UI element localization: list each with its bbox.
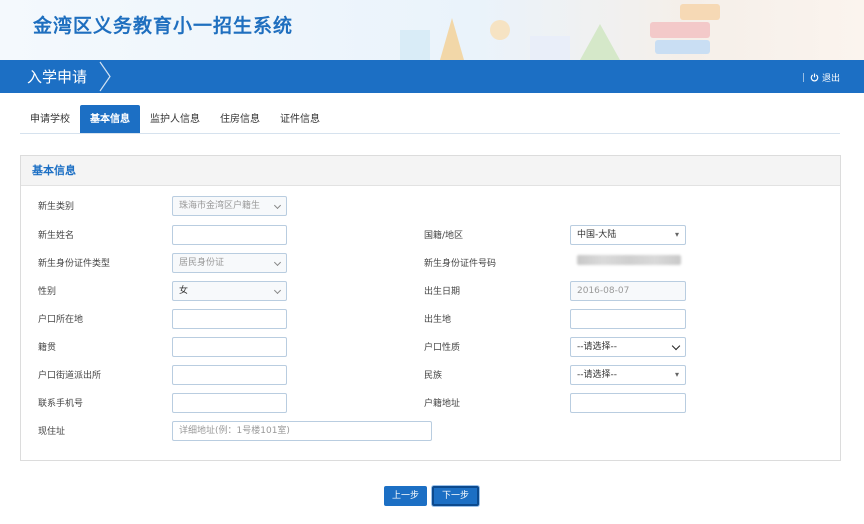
logout-label: 退出 — [821, 74, 840, 84]
hukou-nature-label: 户口性质 — [424, 343, 461, 353]
page-title: 入学申请 — [27, 68, 88, 86]
birthplace-input[interactable] — [570, 309, 686, 329]
tab-school[interactable]: 申请学校 — [20, 105, 80, 134]
id-type-label: 新生身份证件类型 — [38, 259, 111, 269]
hukou-address-label: 户籍地址 — [424, 399, 461, 409]
nationality-select[interactable]: 中国-大陆 — [570, 225, 686, 245]
tab-documents[interactable]: 证件信息 — [270, 105, 330, 134]
power-icon — [810, 73, 819, 82]
tab-guardian[interactable]: 监护人信息 — [140, 105, 210, 134]
hukou-nature-select[interactable]: --请选择-- — [570, 337, 686, 357]
panel-title: 基本信息 — [21, 156, 840, 186]
current-address-label: 现住址 — [38, 427, 66, 437]
id-type-select[interactable]: 居民身份证 — [172, 253, 287, 273]
current-address-input[interactable]: 详细地址(例：1号楼101室) — [172, 421, 432, 441]
site-header: 金湾区义务教育小一招生系统 — [0, 0, 864, 60]
phone-label: 联系手机号 — [38, 399, 84, 409]
nationality-label: 国籍/地区 — [424, 231, 464, 241]
student-name-label: 新生姓名 — [38, 231, 75, 241]
tab-basic-info[interactable]: 基本信息 — [80, 105, 140, 134]
basic-info-panel: 基本信息 — [20, 155, 841, 461]
student-name-input[interactable] — [172, 225, 287, 245]
site-title: 金湾区义务教育小一招生系统 — [33, 15, 294, 37]
logout-separator: | — [801, 72, 805, 83]
birth-date-input[interactable]: 2016-08-07 — [570, 281, 686, 301]
police-station-label: 户口街道派出所 — [38, 371, 102, 381]
native-place-input[interactable] — [172, 337, 287, 357]
ethnicity-label: 民族 — [424, 371, 443, 381]
native-place-label: 籍贯 — [38, 343, 57, 353]
tab-bar: 申请学校 基本信息 监护人信息 住房信息 证件信息 — [20, 105, 330, 134]
logout-button[interactable]: | 退出 — [801, 71, 840, 85]
nav-bar: 入学申请 | 退出 — [0, 60, 864, 93]
chevron-right-icon — [99, 61, 111, 92]
phone-input[interactable] — [172, 393, 287, 413]
police-station-input[interactable] — [172, 365, 287, 385]
hukou-location-input[interactable] — [172, 309, 287, 329]
student-type-select[interactable]: 珠海市金湾区户籍生 — [172, 196, 287, 216]
hukou-address-input[interactable] — [570, 393, 686, 413]
student-type-label: 新生类别 — [38, 202, 75, 212]
id-number-label: 新生身份证件号码 — [424, 259, 497, 269]
gender-label: 性别 — [38, 287, 57, 297]
hukou-location-label: 户口所在地 — [38, 315, 84, 325]
prev-step-button[interactable]: 上一步 — [384, 486, 428, 506]
ethnicity-select[interactable]: --请选择-- — [570, 365, 686, 385]
id-number-redacted — [577, 255, 681, 265]
tab-housing[interactable]: 住房信息 — [210, 105, 270, 134]
banner-illustration — [400, 4, 720, 60]
next-step-button[interactable]: 下一步 — [432, 486, 480, 506]
tab-divider — [20, 133, 840, 134]
birthplace-label: 出生地 — [424, 315, 452, 325]
gender-select[interactable]: 女 — [172, 281, 287, 301]
birth-date-label: 出生日期 — [424, 287, 461, 297]
